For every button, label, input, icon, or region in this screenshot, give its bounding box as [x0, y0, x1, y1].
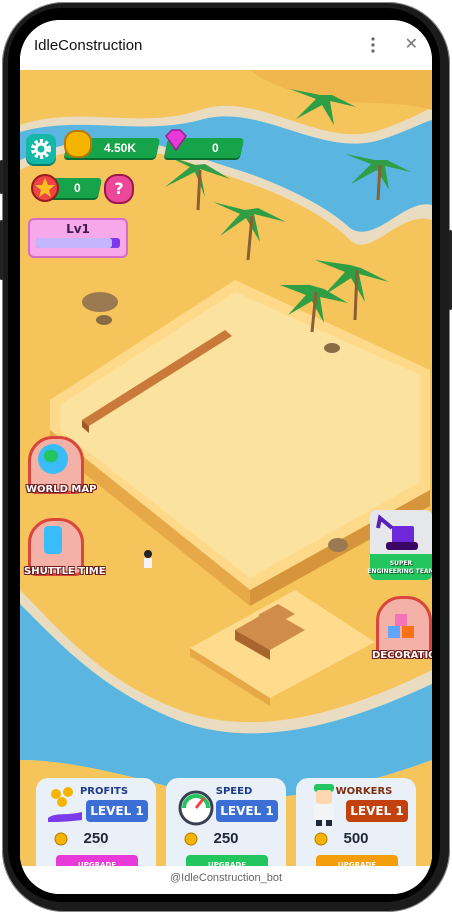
profits-card: PROFITS LEVEL 1 250 UPGRADE — [36, 778, 156, 866]
workers-cost: 500 — [343, 830, 369, 847]
super-team-button[interactable]: SUPER ENGINEERING TEAM — [367, 510, 432, 588]
player-level-label: Lv1 — [66, 222, 90, 236]
screen: IdleConstruction ✕ 4.50K 0 0 ? Lv1 WORLD… — [20, 20, 432, 894]
stars-value: 0 — [74, 181, 81, 195]
bot-username: @IdleConstruction_bot — [169, 872, 283, 884]
player-level-panel: Lv1 — [28, 218, 128, 258]
decoration-label: DECORATION — [372, 650, 432, 661]
speed-level: LEVEL 1 — [216, 800, 278, 822]
world-map-label: WORLD MAP — [26, 484, 97, 495]
app-title: IdleConstruction — [34, 37, 143, 54]
speed-card: SPEED LEVEL 1 250 UPGRADE — [166, 778, 286, 866]
profits-level: LEVEL 1 — [86, 800, 148, 822]
game-canvas[interactable]: 4.50K 0 0 ? Lv1 WORLD MAP SHUTTLE TIME S… — [20, 70, 432, 866]
bottom-bar: @IdleConstruction_bot — [20, 866, 432, 894]
more-vertical-icon[interactable] — [370, 37, 376, 53]
gear-icon — [31, 139, 51, 159]
speedometer-icon — [178, 790, 214, 826]
side-button — [0, 160, 3, 194]
workers-level: LEVEL 1 — [346, 800, 408, 822]
close-icon[interactable]: ✕ — [405, 37, 418, 53]
speed-upgrade-button[interactable]: UPGRADE — [186, 855, 268, 866]
decoration-button[interactable]: DECORATION — [370, 592, 432, 672]
world-map-button[interactable]: WORLD MAP — [24, 430, 96, 500]
workers-upgrade-button[interactable]: UPGRADE — [316, 855, 398, 866]
shuttle-icon — [44, 526, 62, 554]
level-progress-track — [36, 238, 120, 248]
super-team-label: SUPER ENGINEERING TEAM — [367, 560, 432, 575]
coin-icon — [64, 130, 92, 158]
star-badge-icon — [31, 174, 59, 202]
title-bar: IdleConstruction ✕ — [20, 20, 432, 70]
level-progress-fill — [36, 238, 112, 248]
gem-icon — [165, 129, 187, 152]
blocks-icon — [388, 614, 414, 638]
help-button[interactable]: ? — [104, 174, 134, 204]
shuttle-time-label: SHUTTLE TIME — [24, 566, 106, 577]
phone-frame: IdleConstruction ✕ 4.50K 0 0 ? Lv1 WORLD… — [0, 0, 452, 914]
profits-upgrade-button[interactable]: UPGRADE — [56, 855, 138, 866]
excavator-icon — [376, 514, 418, 550]
speed-cost: 250 — [213, 830, 239, 847]
globe-icon — [38, 444, 68, 474]
coins-value: 4.50K — [104, 141, 137, 155]
gems-value: 0 — [212, 141, 219, 155]
workers-card: WORKERS LEVEL 1 500 UPGRADE — [296, 778, 416, 866]
worker-icon — [314, 784, 334, 826]
coins-hand-icon — [48, 787, 82, 822]
profits-cost: 250 — [83, 830, 109, 847]
side-button — [0, 220, 3, 280]
settings-button[interactable] — [26, 134, 56, 164]
shuttle-time-button[interactable]: SHUTTLE TIME — [24, 512, 106, 582]
